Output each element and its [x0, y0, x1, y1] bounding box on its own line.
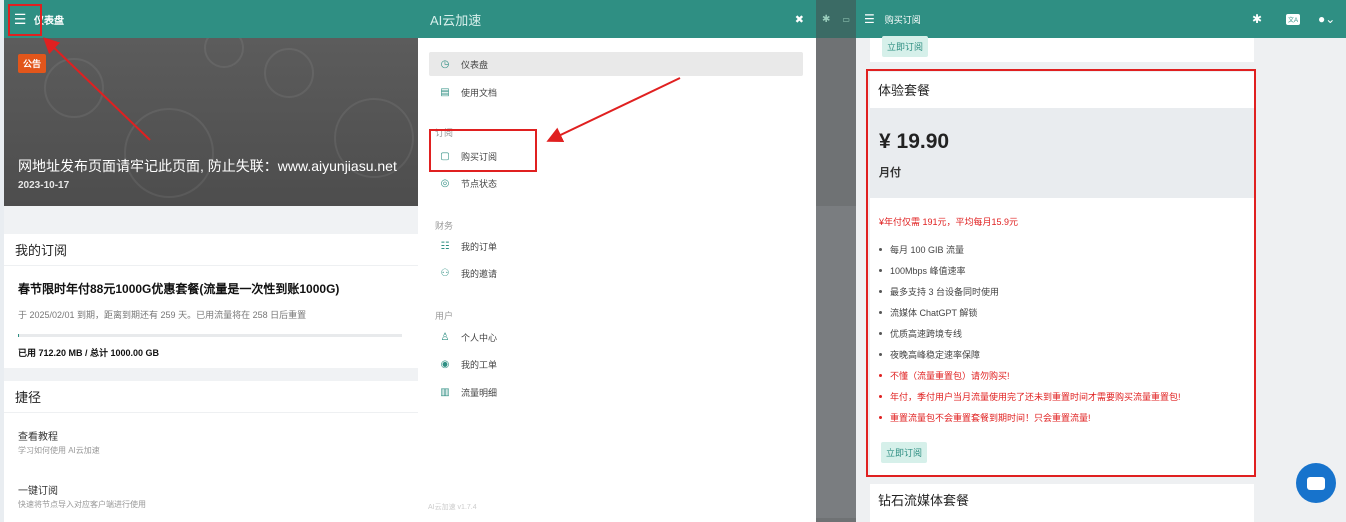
notice-date: 2023-10-17	[18, 180, 70, 191]
close-icon[interactable]: ✖	[795, 13, 804, 26]
dashboard-panel: ☰ 仪表盘 公告 网地址发布页面请牢记此页面, 防止失联：www.aiyunji…	[0, 0, 418, 522]
nav-label: 我的邀请	[461, 268, 498, 279]
nav-my-tickets[interactable]: ◉ 我的工单	[429, 352, 803, 376]
nav-my-invites[interactable]: ⚇ 我的邀请	[429, 261, 803, 285]
subscription-card: 我的订阅 春节限时年付88元1000G优惠套餐(流量是一次性到账1000G) 于…	[4, 234, 418, 368]
plan-highlight-box	[866, 69, 1256, 477]
usage-text: 已用 712.20 MB / 总计 1000.00 GB	[18, 348, 160, 358]
language-icon: ▭	[842, 14, 850, 24]
plan-name: 春节限时年付88元1000G优惠套餐(流量是一次性到账1000G)	[18, 282, 340, 296]
nav-label: 仪表盘	[461, 59, 489, 70]
book-icon: ▤	[440, 86, 450, 98]
chart-icon: ▥	[440, 386, 450, 398]
notice-title: 网地址发布页面请牢记此页面, 防止失联：www.aiyunjiasu.net	[18, 158, 397, 174]
nav-label: 使用文档	[461, 87, 498, 98]
shortcut-desc: 学习如何使用 AI云加速	[18, 446, 100, 455]
buy-subscription-highlight-box	[429, 129, 537, 172]
shortcut-title: 查看教程	[18, 432, 58, 443]
account-icon[interactable]: ●⌄	[1318, 12, 1335, 26]
shortcuts-header: 捷径	[4, 381, 418, 413]
users-icon: ⚇	[440, 267, 450, 279]
shortcut-title: 一键订阅	[18, 486, 58, 497]
nav-label: 节点状态	[461, 178, 498, 189]
gear-icon: ✱	[822, 13, 831, 25]
purchase-topbar: ☰ 购买订阅 ✱ 文A ●⌄	[856, 0, 1346, 38]
dashboard-topbar: ☰ 仪表盘	[4, 0, 418, 38]
purchase-panel: ☰ 购买订阅 ✱ 文A ●⌄ 立即订阅 体验套餐 ¥ 19.90 月付 ¥年付仅…	[856, 0, 1346, 522]
expire-info: 于 2025/02/01 到期，距离到期还有 259 天。已用流量将在 258 …	[18, 310, 307, 320]
nav-label: 我的工单	[461, 359, 498, 370]
ticket-icon: ◉	[440, 358, 450, 370]
previous-plan-card: 立即订阅	[870, 36, 1254, 62]
shortcut-one-click-subscribe[interactable]: 一键订阅 快速将节点导入对应客户端进行使用	[18, 482, 146, 510]
nav-label: 流量明细	[461, 387, 498, 398]
shortcuts-card: 捷径 查看教程 学习如何使用 AI云加速 一键订阅 快速将节点导入对应客户端进行…	[4, 381, 418, 522]
nav-dashboard[interactable]: ◷ 仪表盘	[429, 52, 803, 76]
drawer-header: AI云加速 ✖	[418, 0, 816, 38]
overlay-topbar: ✱ ▭	[816, 0, 856, 38]
language-switch[interactable]: 文A	[1286, 13, 1301, 25]
version-label: AI云加速 v1.7.4	[428, 504, 477, 511]
nav-label: 我的订单	[461, 241, 498, 252]
menu-highlight-box	[8, 4, 42, 36]
dashboard-icon: ◷	[440, 58, 450, 70]
gear-icon[interactable]: ✱	[1252, 12, 1262, 26]
nav-profile[interactable]: ♙ 个人中心	[429, 325, 803, 349]
chat-support-button[interactable]	[1296, 463, 1336, 503]
plan-card-diamond: 钻石流媒体套餐	[870, 484, 1254, 522]
shortcut-desc: 快速将节点导入对应客户端进行使用	[18, 500, 146, 509]
nav-my-orders[interactable]: ☷ 我的订单	[429, 234, 803, 258]
chat-icon	[1307, 476, 1325, 490]
nav-node-status[interactable]: ◎ 节点状态	[429, 171, 803, 195]
subscription-header: 我的订阅	[4, 234, 418, 266]
navigation-drawer: AI云加速 ✖ ◷ 仪表盘 ▤ 使用文档 订阅 ▢ 购买订阅 ◎ 节点状态 财务 ☷ 我的…	[418, 0, 816, 522]
nav-label: 个人中心	[461, 332, 498, 343]
nav-group-user: 用户	[435, 311, 454, 321]
nav-docs[interactable]: ▤ 使用文档	[429, 80, 803, 104]
check-circle-icon: ◎	[440, 177, 450, 189]
menu-icon[interactable]: ☰	[864, 12, 875, 26]
purchase-title: 购买订阅	[884, 14, 921, 25]
notice-badge: 公告	[18, 54, 47, 73]
nav-group-finance: 财务	[435, 221, 454, 231]
plan-name: 钻石流媒体套餐	[878, 493, 970, 508]
list-icon: ☷	[440, 240, 450, 252]
nav-traffic-details[interactable]: ▥ 流量明细	[429, 380, 803, 404]
subscribe-button-top[interactable]: 立即订阅	[882, 36, 929, 57]
drawer-title: AI云加速	[430, 12, 482, 28]
notice-banner[interactable]: 公告 网地址发布页面请牢记此页面, 防止失联：www.aiyunjiasu.ne…	[4, 38, 418, 206]
shortcut-tutorial[interactable]: 查看教程 学习如何使用 AI云加速	[18, 428, 100, 456]
user-icon: ♙	[440, 331, 450, 343]
overlay-gap: ✱ ▭	[816, 0, 856, 522]
overlay-shade	[816, 206, 856, 518]
usage-progress	[18, 334, 402, 337]
